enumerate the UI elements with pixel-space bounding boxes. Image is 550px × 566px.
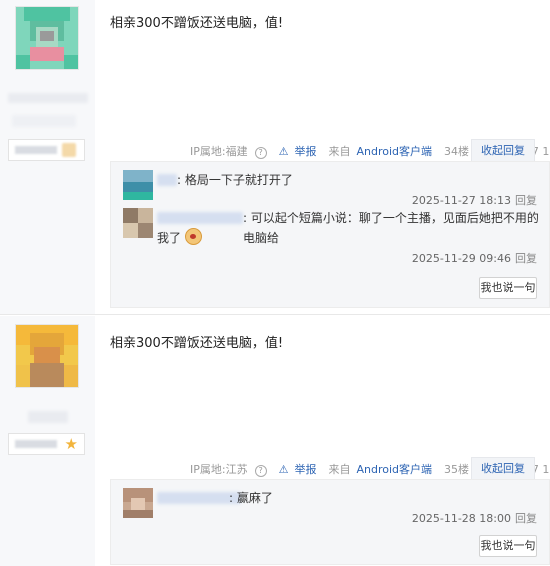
star-badge-icon: ★ — [64, 435, 78, 453]
user-avatar[interactable] — [15, 6, 79, 70]
commenter-avatar[interactable] — [123, 208, 153, 238]
emoji-icon — [184, 228, 202, 245]
post-source: 来自 Android客户端 — [328, 145, 432, 158]
comment-item: : 格局一下子就打开了 2025-11-27 18:13 回复 — [123, 170, 537, 210]
author-sidebar — [0, 0, 95, 314]
post-floor-35: ★ 相亲300不蹭饭还送电脑，值! IP属地:江苏? ⚠ 举报 来自 Android… — [0, 316, 550, 566]
username[interactable] — [28, 411, 68, 423]
author-sidebar: ★ — [0, 316, 95, 566]
floor-number: 34楼 — [444, 145, 469, 158]
user-level-badge[interactable] — [8, 139, 85, 161]
comment-time: 2025-11-27 18:13 — [411, 194, 511, 207]
comment-reply-link[interactable]: 回复 — [515, 252, 537, 265]
collapse-replies-button[interactable]: 收起回复 — [471, 139, 535, 162]
post-content: 相亲300不蹭饭还送电脑，值! — [110, 16, 284, 31]
commenter-avatar[interactable] — [123, 488, 153, 518]
report-link[interactable]: ⚠ 举报 — [279, 461, 323, 477]
warning-icon: ⚠ — [278, 462, 289, 476]
floor-divider — [0, 314, 550, 315]
comment-meta: 2025-11-28 18:00 回复 — [412, 510, 537, 526]
comment-reply-link[interactable]: 回复 — [515, 512, 537, 525]
post-content: 相亲300不蹭饭还送电脑，值! — [110, 336, 284, 351]
post-meta: IP属地:江苏? ⚠举报 来自Android客户端 35楼 2025-11-27… — [190, 457, 550, 480]
warning-icon: ⚠ — [278, 144, 289, 158]
ip-location: IP属地:福建? — [190, 143, 273, 159]
comment-text: : 格局一下子就打开了 — [177, 173, 293, 187]
reply-panel: : 赢麻了 2025-11-28 18:00 回复 我也说一句 — [110, 479, 550, 565]
add-reply-button[interactable]: 我也说一句 — [479, 535, 537, 557]
post-meta: IP属地:福建? ⚠举报 来自Android客户端 34楼 2025-11-27… — [190, 139, 550, 162]
user-level-badge[interactable]: ★ — [8, 433, 85, 455]
collapse-replies-button[interactable]: 收起回复 — [471, 457, 535, 480]
commenter-name[interactable] — [157, 174, 177, 186]
post-source: 来自 Android客户端 — [328, 463, 432, 476]
comment-time: 2025-11-29 09:46 — [411, 252, 511, 265]
ip-location: IP属地:江苏? — [190, 461, 273, 477]
comment-time: 2025-11-28 18:00 — [411, 512, 511, 525]
comment-item: : 赢麻了 2025-11-28 18:00 回复 — [123, 488, 537, 528]
report-link[interactable]: ⚠ 举报 — [279, 143, 323, 159]
user-avatar[interactable] — [15, 324, 79, 388]
comment-text: : 可以起个短篇小说：聊了一个主播，见面后她把不用的电脑给 — [243, 211, 539, 245]
comment-item: : 可以起个短篇小说：聊了一个主播，见面后她把不用的电脑给 我了 2025-11… — [123, 208, 539, 268]
client-link[interactable]: Android客户端 — [356, 145, 432, 158]
username[interactable] — [8, 93, 88, 103]
client-link[interactable]: Android客户端 — [356, 463, 432, 476]
commenter-name[interactable] — [157, 212, 243, 224]
floor-number: 35楼 — [444, 463, 469, 476]
comment-text-continued: 我了 — [157, 228, 202, 248]
help-circle-icon[interactable]: ? — [254, 147, 267, 159]
comment-meta: 2025-11-29 09:46 回复 — [412, 250, 537, 266]
comment-reply-link[interactable]: 回复 — [515, 194, 537, 207]
help-circle-icon[interactable]: ? — [254, 465, 267, 477]
user-tag — [12, 115, 76, 127]
post-floor-34: 相亲300不蹭饭还送电脑，值! IP属地:福建? ⚠ 举报 来自 Android客户… — [0, 0, 550, 314]
comment-text: : 赢麻了 — [229, 491, 273, 505]
add-reply-button[interactable]: 我也说一句 — [479, 277, 537, 299]
comment-meta: 2025-11-27 18:13 回复 — [412, 192, 537, 208]
reply-panel: : 格局一下子就打开了 2025-11-27 18:13 回复 : 可以起个短篇小… — [110, 161, 550, 308]
commenter-avatar[interactable] — [123, 170, 153, 200]
